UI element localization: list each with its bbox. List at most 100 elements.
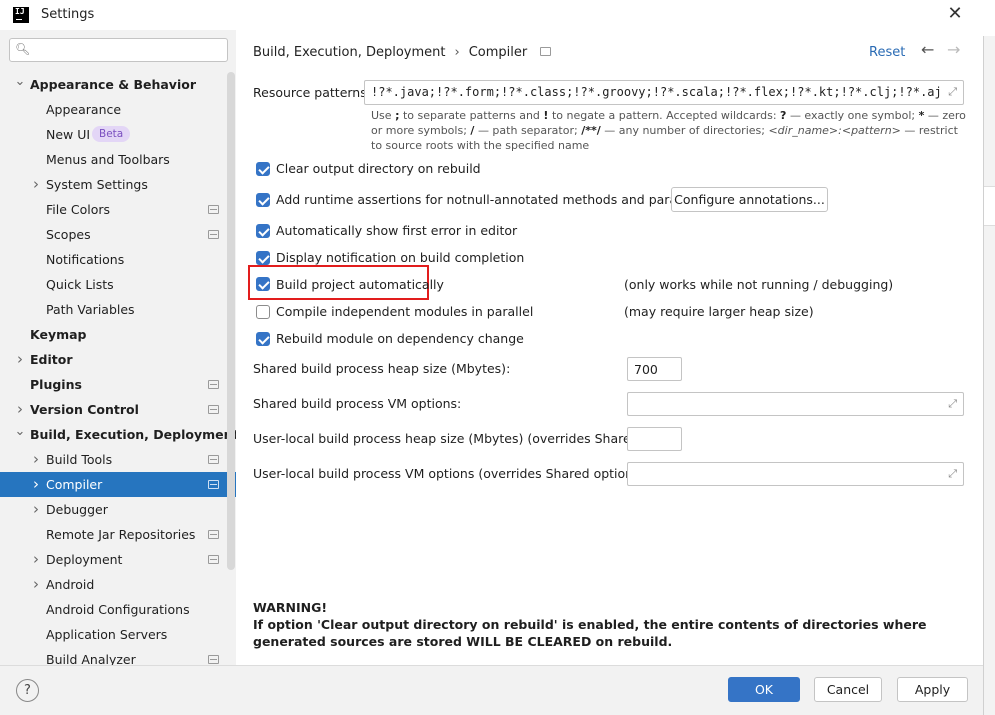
cancel-button[interactable]: Cancel bbox=[814, 677, 882, 702]
sidebar-item-label: Notifications bbox=[46, 252, 125, 267]
build-automatically-label[interactable]: Build project automatically bbox=[276, 277, 444, 292]
chevron-down-icon[interactable]: ⌄ bbox=[14, 419, 26, 444]
local-heap-size-field[interactable] bbox=[627, 427, 682, 451]
sidebar-item-path-variables[interactable]: Path Variables bbox=[0, 297, 236, 322]
sidebar-item-plugins[interactable]: Plugins bbox=[0, 372, 236, 397]
chevron-right-icon[interactable]: › bbox=[30, 172, 42, 197]
sidebar-item-editor[interactable]: › Editor bbox=[0, 347, 236, 372]
sidebar-item-label: Debugger bbox=[46, 502, 108, 517]
apply-button[interactable]: Apply bbox=[897, 677, 968, 702]
hint-text: to negate a pattern. Accepted wildcards: bbox=[551, 109, 777, 122]
sidebar-item-application-servers[interactable]: Application Servers bbox=[0, 622, 236, 647]
sidebar-item-menus-and-toolbars[interactable]: Menus and Toolbars bbox=[0, 147, 236, 172]
close-icon[interactable]: ✕ bbox=[945, 3, 965, 24]
title-bar: IJ Settings ✕ bbox=[0, 0, 983, 30]
resource-patterns-label: Resource patterns: bbox=[253, 85, 371, 100]
project-scope-icon bbox=[208, 405, 219, 414]
reset-link[interactable]: Reset bbox=[869, 45, 905, 60]
sidebar-item-scopes[interactable]: Scopes bbox=[0, 222, 236, 247]
local-vm-options-field[interactable]: ⤢ bbox=[627, 462, 964, 486]
display-notification-label[interactable]: Display notification on build completion bbox=[276, 250, 524, 265]
sidebar-item-android[interactable]: › Android bbox=[0, 572, 236, 597]
sidebar-item-compiler[interactable]: › Compiler bbox=[0, 472, 236, 497]
chevron-right-icon[interactable]: › bbox=[30, 472, 42, 497]
hint-symbol: /**/ bbox=[581, 124, 601, 137]
sidebar-item-label: Appearance bbox=[46, 102, 122, 117]
configure-annotations-button[interactable]: Configure annotations... bbox=[671, 187, 828, 212]
sidebar-item-deployment[interactable]: › Deployment bbox=[0, 547, 236, 572]
rebuild-module-checkbox[interactable] bbox=[256, 332, 270, 346]
sidebar-item-android-configurations[interactable]: Android Configurations bbox=[0, 597, 236, 622]
project-scope-icon bbox=[208, 455, 219, 464]
hint-text: Use bbox=[371, 109, 392, 122]
compiler-settings-panel: Build, Execution, Deployment › Compiler Re… bbox=[236, 30, 983, 665]
chevron-right-icon[interactable]: › bbox=[30, 572, 42, 597]
sidebar-item-build-execution-deployment[interactable]: ⌄ Build, Execution, Deployment bbox=[0, 422, 236, 447]
show-first-error-checkbox[interactable] bbox=[256, 224, 270, 238]
build-automatically-checkbox[interactable] bbox=[256, 277, 270, 291]
sidebar-item-appearance[interactable]: Appearance bbox=[0, 97, 236, 122]
project-scope-icon bbox=[208, 555, 219, 564]
help-button[interactable]: ? bbox=[16, 679, 39, 702]
sidebar-item-build-tools[interactable]: › Build Tools bbox=[0, 447, 236, 472]
sidebar-item-new-ui[interactable]: New UI Beta bbox=[0, 122, 236, 147]
settings-search[interactable]: 🔍︎ bbox=[9, 38, 228, 62]
resource-patterns-value: !?*.java;!?*.form;!?*.class;!?*.groovy;!… bbox=[371, 85, 942, 99]
sidebar-item-version-control[interactable]: › Version Control bbox=[0, 397, 236, 422]
warning-message: WARNING! If option 'Clear output directo… bbox=[253, 599, 965, 650]
sidebar-item-keymap[interactable]: Keymap bbox=[0, 322, 236, 347]
sidebar-item-label: Android Configurations bbox=[46, 602, 190, 617]
vm-options-label: Shared build process VM options: bbox=[253, 396, 462, 411]
breadcrumb-parent[interactable]: Build, Execution, Deployment bbox=[253, 45, 445, 60]
expand-icon[interactable]: ⤢ bbox=[948, 397, 957, 411]
back-arrow-icon[interactable]: ← bbox=[921, 40, 934, 59]
runtime-assertions-checkbox[interactable] bbox=[256, 193, 270, 207]
heap-size-field[interactable]: 700 bbox=[627, 357, 682, 381]
background-strip bbox=[984, 186, 995, 226]
sidebar-item-build-analyzer[interactable]: Build Analyzer bbox=[0, 647, 236, 665]
clear-output-label[interactable]: Clear output directory on rebuild bbox=[276, 161, 481, 176]
sidebar-item-system-settings[interactable]: › System Settings bbox=[0, 172, 236, 197]
project-scope-icon bbox=[540, 47, 552, 56]
sidebar-item-quick-lists[interactable]: Quick Lists bbox=[0, 272, 236, 297]
sidebar-item-label: Menus and Toolbars bbox=[46, 152, 170, 167]
sidebar-item-notifications[interactable]: Notifications bbox=[0, 247, 236, 272]
clear-output-checkbox[interactable] bbox=[256, 162, 270, 176]
settings-tree: ⌄ Appearance & Behavior Appearance New UI Be… bbox=[0, 72, 236, 665]
chevron-down-icon[interactable]: ⌄ bbox=[14, 69, 26, 94]
sidebar-item-label: Scopes bbox=[46, 227, 91, 242]
expand-icon[interactable]: ⤢ bbox=[948, 467, 957, 481]
sidebar-scrollbar[interactable] bbox=[227, 72, 235, 570]
heap-size-value: 700 bbox=[634, 362, 658, 377]
build-automatically-note: (only works while not running / debuggin… bbox=[624, 277, 894, 292]
hint-text: to separate patterns and bbox=[402, 109, 540, 122]
display-notification-checkbox[interactable] bbox=[256, 251, 270, 265]
forward-arrow-icon[interactable]: → bbox=[947, 40, 960, 59]
sidebar-item-file-colors[interactable]: File Colors bbox=[0, 197, 236, 222]
search-icon: 🔍︎ bbox=[15, 42, 31, 56]
sidebar-item-label: Remote Jar Repositories bbox=[46, 527, 196, 542]
sidebar-item-debugger[interactable]: › Debugger bbox=[0, 497, 236, 522]
vm-options-field[interactable]: ⤢ bbox=[627, 392, 964, 416]
window-title: Settings bbox=[41, 7, 95, 22]
compile-parallel-label[interactable]: Compile independent modules in parallel bbox=[276, 304, 533, 319]
sidebar-item-label: Deployment bbox=[46, 552, 123, 567]
compile-parallel-note: (may require larger heap size) bbox=[624, 304, 814, 319]
project-scope-icon bbox=[208, 655, 219, 664]
ok-button[interactable]: OK bbox=[728, 677, 800, 702]
sidebar-item-remote-jar-repositories[interactable]: Remote Jar Repositories bbox=[0, 522, 236, 547]
compile-parallel-checkbox[interactable] bbox=[256, 305, 270, 319]
search-input[interactable] bbox=[36, 41, 221, 59]
resource-patterns-input[interactable]: !?*.java;!?*.form;!?*.class;!?*.groovy;!… bbox=[364, 80, 964, 105]
expand-icon[interactable]: ⤢ bbox=[948, 85, 957, 99]
rebuild-module-label[interactable]: Rebuild module on dependency change bbox=[276, 331, 524, 346]
sidebar-item-appearance-behavior[interactable]: ⌄ Appearance & Behavior bbox=[0, 72, 236, 97]
runtime-assertions-label[interactable]: Add runtime assertions for notnull-annot… bbox=[276, 192, 721, 207]
project-scope-icon bbox=[208, 530, 219, 539]
show-first-error-label[interactable]: Automatically show first error in editor bbox=[276, 223, 517, 238]
chevron-right-icon[interactable]: › bbox=[14, 347, 26, 372]
chevron-right-icon[interactable]: › bbox=[30, 497, 42, 522]
chevron-right-icon[interactable]: › bbox=[30, 547, 42, 572]
chevron-right-icon[interactable]: › bbox=[30, 447, 42, 472]
project-scope-icon bbox=[208, 380, 219, 389]
